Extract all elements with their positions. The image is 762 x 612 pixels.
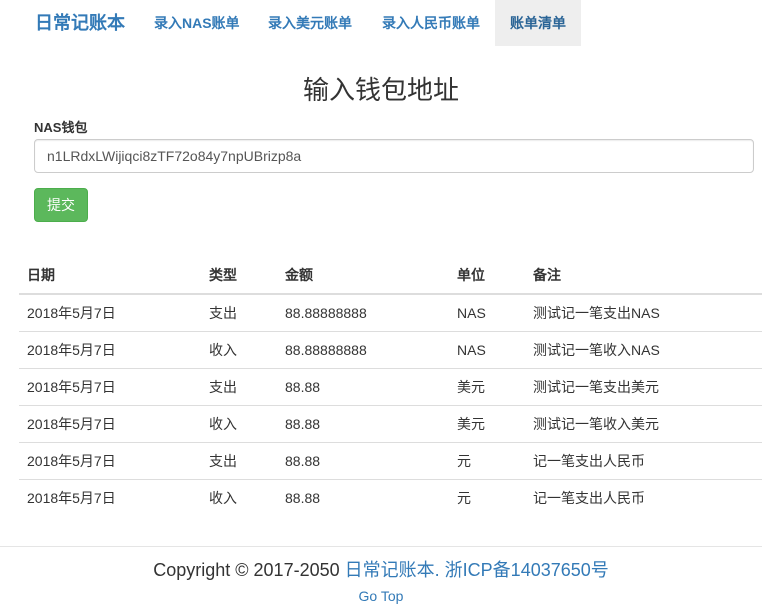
bill-table: 日期 类型 金额 单位 备注 2018年5月7日 支出 88.88888888 … — [19, 257, 762, 516]
cell-date: 2018年5月7日 — [19, 441, 201, 479]
table-row: 2018年5月7日 支出 88.88 元 记一笔支出人民币 — [19, 441, 762, 479]
table-row: 2018年5月7日 收入 88.88 美元 测试记一笔收入美元 — [19, 404, 762, 442]
cell-unit: 元 — [449, 441, 525, 479]
cell-amount: 88.88888888 — [285, 304, 367, 321]
cell-note: 测试记一笔支出美元 — [525, 367, 762, 405]
table-header-row: 日期 类型 金额 单位 备注 — [19, 257, 762, 295]
nav-item-record-nas[interactable]: 录入NAS账单 — [139, 0, 255, 46]
go-top: Go Top — [0, 588, 762, 604]
cell-amount: 88.88 — [277, 441, 449, 479]
cell-amount: 88.88 — [277, 367, 449, 405]
cell-unit: NAS — [449, 330, 525, 368]
cell-type: 支出 — [201, 441, 277, 479]
footer-divider — [0, 546, 762, 547]
table-row: 2018年5月7日 支出 88.88 美元 测试记一笔支出美元 — [19, 367, 762, 405]
header-type: 类型 — [201, 257, 277, 295]
table-row: 2018年5月7日 支出 88.88888888 NAS 测试记一笔支出NAS — [19, 294, 762, 331]
site-link[interactable]: 日常记账本. — [345, 560, 440, 580]
cell-amount: 88.88888888 — [277, 330, 449, 368]
cell-type: 支出 — [209, 304, 237, 321]
header-date: 日期 — [19, 257, 201, 295]
header-amount: 金额 — [277, 257, 449, 295]
copyright-text: Copyright © 2017-2050 — [153, 560, 340, 580]
brand-link[interactable]: 日常记账本 — [35, 0, 125, 46]
table-row: 2018年5月7日 收入 88.88 元 记一笔支出人民币 — [19, 478, 762, 516]
cell-note: 测试记一笔收入NAS — [525, 330, 762, 368]
cell-note: 记一笔支出人民币 — [525, 441, 762, 479]
cell-unit: NAS — [457, 304, 486, 321]
nav-item-bill-list[interactable]: 账单清单 — [495, 0, 581, 46]
cell-note: 记一笔支出人民币 — [525, 478, 762, 516]
nav-item-record-rmb[interactable]: 录入人民币账单 — [367, 0, 495, 46]
cell-type: 收入 — [201, 330, 277, 368]
wallet-label: NAS钱包 — [34, 120, 88, 135]
table-row: 2018年5月7日 收入 88.88888888 NAS 测试记一笔收入NAS — [19, 330, 762, 368]
wallet-address-input[interactable] — [34, 139, 754, 173]
submit-button[interactable]: 提交 — [34, 188, 88, 222]
cell-date: 2018年5月7日 — [27, 304, 116, 321]
cell-date: 2018年5月7日 — [19, 367, 201, 405]
nav-item-record-usd[interactable]: 录入美元账单 — [253, 0, 367, 46]
icp-link[interactable]: 浙ICP备14037650号 — [445, 560, 609, 580]
page-title: 输入钱包地址 — [302, 75, 459, 105]
cell-date: 2018年5月7日 — [19, 478, 201, 516]
navbar: 日常记账本 录入NAS账单 录入美元账单 录入人民币账单 账单清单 — [0, 0, 762, 46]
cell-unit: 美元 — [449, 367, 525, 405]
go-top-link[interactable]: Go Top — [359, 588, 404, 604]
header-note: 备注 — [525, 257, 762, 295]
header-unit: 单位 — [449, 257, 525, 295]
cell-unit: 美元 — [449, 404, 525, 442]
cell-type: 支出 — [201, 367, 277, 405]
cell-amount: 88.88 — [277, 478, 449, 516]
cell-note: 测试记一笔支出NAS — [533, 304, 660, 321]
cell-type: 收入 — [201, 478, 277, 516]
cell-amount: 88.88 — [277, 404, 449, 442]
cell-date: 2018年5月7日 — [19, 330, 201, 368]
cell-type: 收入 — [201, 404, 277, 442]
cell-unit: 元 — [449, 478, 525, 516]
copyright: Copyright © 2017-2050 日常记账本. 浙ICP备140376… — [0, 556, 762, 582]
cell-date: 2018年5月7日 — [19, 404, 201, 442]
cell-note: 测试记一笔收入美元 — [525, 404, 762, 442]
